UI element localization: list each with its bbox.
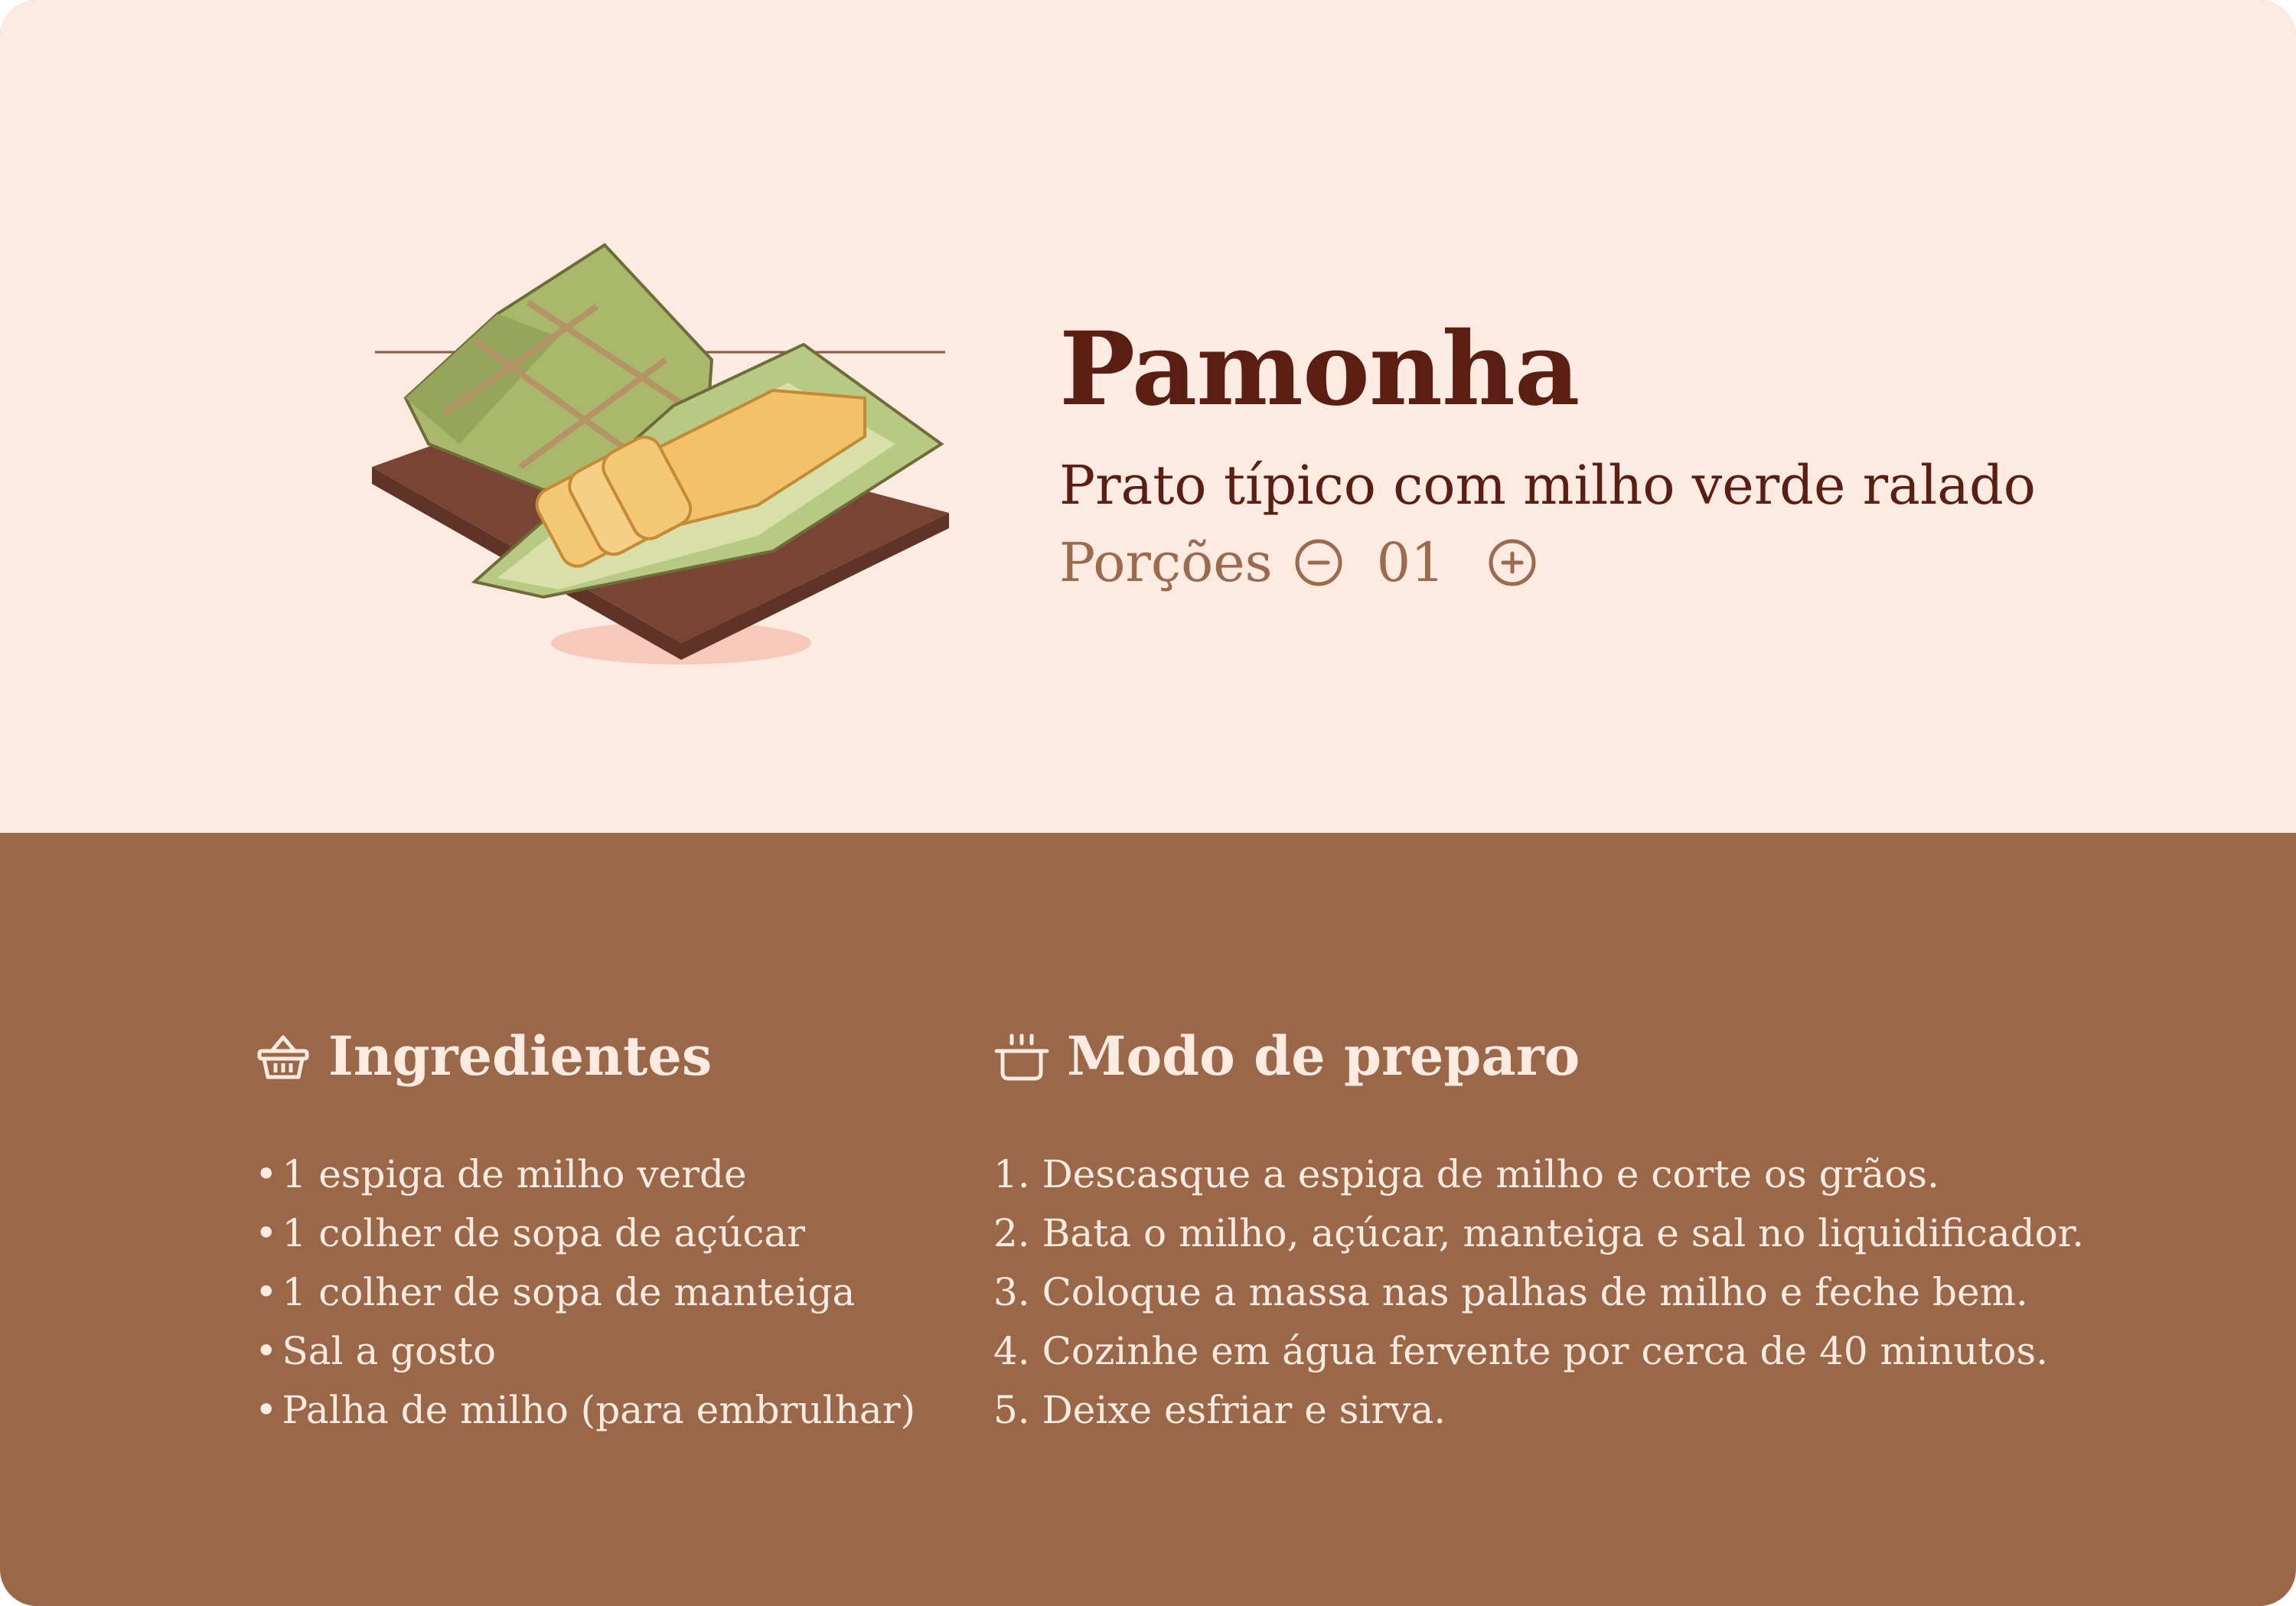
ingredients-section: Ingredientes • 1 espiga de milho verde • 1… [255, 1018, 915, 1433]
minus-circle-icon [1295, 539, 1342, 586]
ingredient-text: 1 espiga de milho verde [282, 1152, 747, 1196]
ingredient-text: 1 colher de sopa de açúcar [282, 1211, 806, 1255]
preparation-steps: 1. Descasque a espiga de milho e corte o… [993, 1145, 2084, 1440]
list-item: 1. Descasque a espiga de milho e corte o… [993, 1152, 1939, 1196]
list-item: • 1 colher de sopa de manteiga [255, 1270, 856, 1314]
recipe-subtitle: Prato típico com milho verde ralado [1059, 454, 2036, 517]
recipe-card: Pamonha Prato típico com milho verde ral… [0, 0, 2296, 1606]
ingredient-text: Sal a gosto [282, 1329, 497, 1373]
ingredients-list: • 1 espiga de milho verde • 1 colher de so… [255, 1145, 915, 1440]
servings-stepper: Porções 01 [1059, 536, 1537, 589]
cooking-pot-icon [994, 1033, 1049, 1081]
preparation-section: Modo de preparo 1. Descasque a espiga de… [993, 1018, 2084, 1433]
servings-value: 01 [1376, 531, 1445, 594]
list-item: 5. Deixe esfriar e sirva. [993, 1388, 1446, 1432]
basket-icon [257, 1035, 309, 1079]
ingredient-text: 1 colher de sopa de manteiga [282, 1270, 856, 1314]
plus-circle-icon [1489, 539, 1536, 586]
list-item: 3. Coloque a massa nas palhas de milho e… [993, 1270, 2028, 1314]
preparation-title: Modo de preparo [1067, 1024, 1580, 1088]
decrease-servings-button[interactable] [1294, 538, 1343, 587]
list-item: • Sal a gosto [255, 1329, 497, 1373]
preparation-heading: Modo de preparo [993, 1018, 1580, 1095]
increase-servings-button[interactable] [1488, 538, 1537, 587]
ingredient-text: Palha de milho (para embrulhar) [282, 1388, 916, 1432]
list-item: 2. Bata o milho, açúcar, manteiga e sal … [993, 1211, 2085, 1255]
ingredients-heading: Ingredientes [255, 1018, 712, 1095]
pamonha-illustration [372, 243, 949, 664]
list-item: • 1 colher de sopa de açúcar [255, 1211, 806, 1255]
ingredients-title: Ingredientes [328, 1024, 713, 1088]
recipe-header: Pamonha Prato típico com milho verde ral… [0, 0, 2296, 833]
list-item: • 1 espiga de milho verde [255, 1152, 747, 1196]
list-item: • Palha de milho (para embrulhar) [255, 1388, 916, 1432]
recipe-title: Pamonha [1059, 310, 1580, 429]
list-item: 4. Cozinhe em água fervente por cerca de… [993, 1329, 2049, 1373]
servings-label: Porções [1059, 531, 1273, 594]
